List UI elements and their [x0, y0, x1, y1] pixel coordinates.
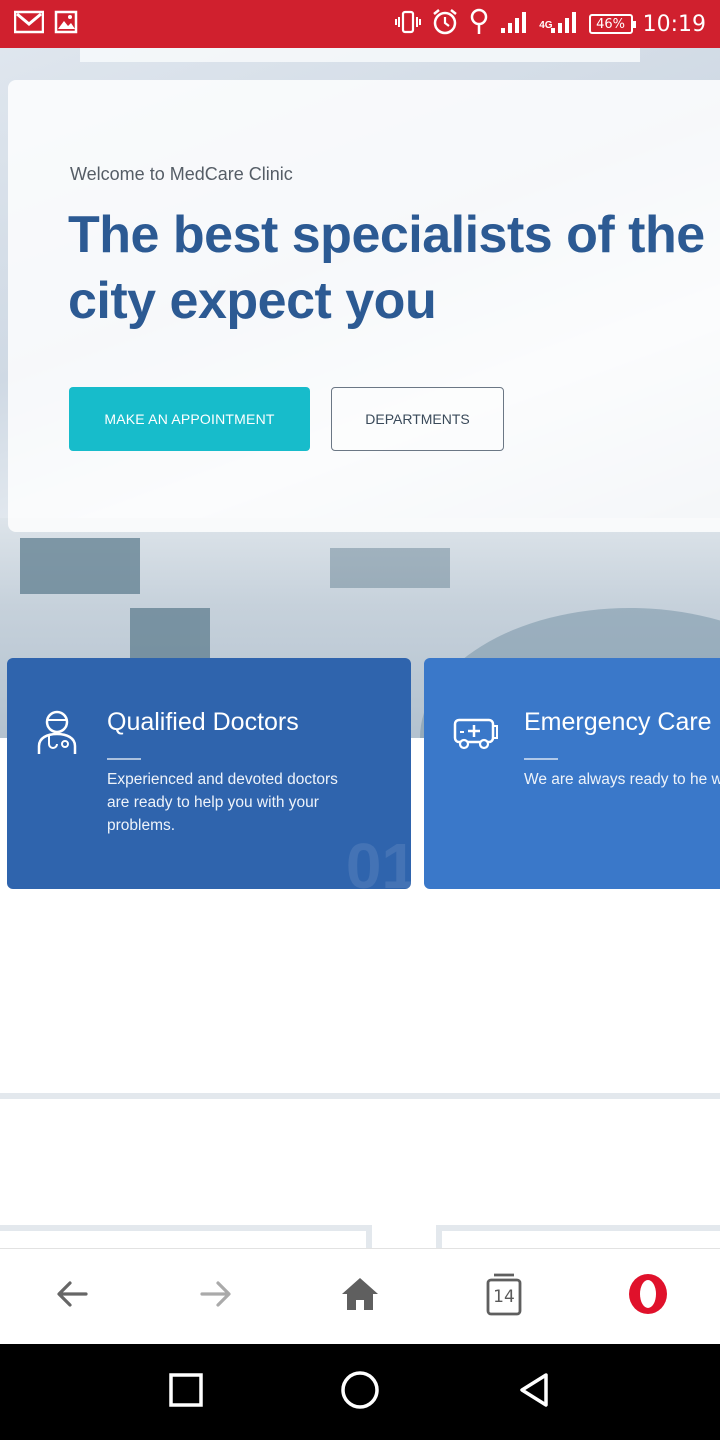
- signal-icon: [499, 10, 529, 39]
- opera-menu-button[interactable]: [608, 1257, 688, 1337]
- screen: 4G 46% 10:19 Welcome to MedCare Clinic T…: [0, 0, 720, 1440]
- home-icon: [340, 1276, 380, 1317]
- status-time: 10:19: [642, 11, 706, 37]
- status-bar: 4G 46% 10:19: [0, 0, 720, 48]
- card-title: Qualified Doctors: [107, 708, 299, 736]
- opera-icon: [627, 1273, 669, 1320]
- back-button[interactable]: [32, 1257, 112, 1337]
- card-text: We are always ready to he when you need …: [524, 771, 720, 788]
- ceiling-light: [80, 48, 640, 62]
- home-circle-icon[interactable]: [340, 1370, 380, 1415]
- battery-icon: 46%: [588, 14, 636, 34]
- departments-button[interactable]: DEPARTMENTS: [331, 387, 504, 451]
- back-arrow-icon: [54, 1276, 90, 1317]
- system-nav-bar: [0, 1344, 720, 1440]
- welcome-text: Welcome to MedCare Clinic: [70, 164, 293, 184]
- recents-icon[interactable]: [168, 1372, 204, 1413]
- feature-card-emergency[interactable]: Emergency Care We are always ready to he…: [424, 658, 720, 889]
- card-divider: [524, 758, 558, 760]
- tab-count: 14: [493, 1286, 515, 1307]
- network-type: 4G: [539, 19, 553, 31]
- gallery-icon: [54, 10, 78, 39]
- back-triangle-icon[interactable]: [516, 1372, 552, 1413]
- floor-tile: [330, 548, 450, 588]
- forward-button[interactable]: [176, 1257, 256, 1337]
- card-number: 01: [345, 830, 411, 889]
- ambulance-icon: [452, 712, 498, 760]
- location-icon: [469, 8, 489, 41]
- hero-title: The best specialists of the city expect …: [68, 206, 705, 330]
- alarm-icon: [431, 8, 459, 41]
- gmail-icon: [13, 10, 45, 39]
- tabs-button[interactable]: 14: [464, 1257, 544, 1337]
- browser-toolbar: 14: [0, 1248, 720, 1344]
- card-title: Emergency Care: [524, 708, 712, 736]
- floor-tile: [130, 608, 210, 658]
- floor-tile: [20, 538, 140, 594]
- make-appointment-button[interactable]: MAKE AN APPOINTMENT: [69, 387, 310, 451]
- section-divider: [0, 1093, 720, 1099]
- doctor-icon: [35, 708, 79, 756]
- vibrate-icon: [395, 10, 422, 39]
- home-button[interactable]: [320, 1257, 400, 1337]
- forward-arrow-icon: [198, 1276, 234, 1317]
- card-divider: [107, 758, 141, 760]
- signal-4g-icon: [549, 10, 579, 39]
- card-text: Experienced and devoted doctors are read…: [107, 771, 338, 834]
- feature-card-doctors[interactable]: Qualified Doctors Experienced and devote…: [7, 658, 411, 889]
